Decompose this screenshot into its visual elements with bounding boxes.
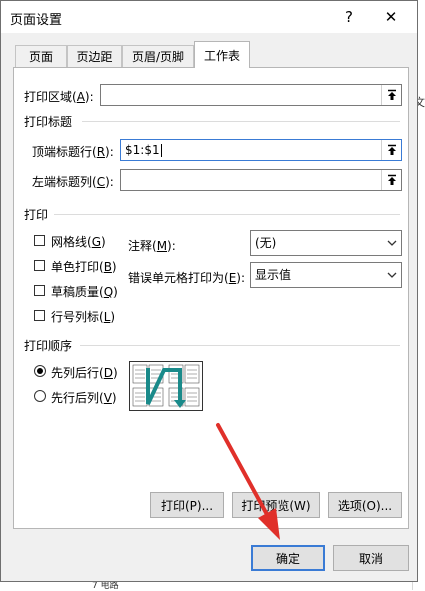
draft-quality-label: 草稿质量(Q): [51, 285, 118, 299]
over-then-down-radio[interactable]: [34, 390, 46, 402]
collapse-arrow-icon: [387, 89, 396, 100]
print-area-input[interactable]: [100, 84, 402, 106]
page-order-divider: [80, 345, 400, 346]
black-and-white-label: 单色打印(B): [51, 260, 117, 274]
rows-to-repeat-input[interactable]: $1:$1: [120, 139, 402, 161]
down-then-over-radio[interactable]: [34, 365, 46, 377]
collapse-arrow-icon: [387, 144, 396, 155]
rows-to-repeat-label: 顶端标题行(R):: [32, 145, 114, 159]
chevron-down-icon: [383, 263, 401, 287]
down-then-over-label: 先列后行(D): [51, 366, 118, 380]
cell-errors-label: 错误单元格打印为(E):: [128, 271, 246, 285]
collapse-arrow-icon: [387, 174, 396, 185]
page-setup-dialog: 页面设置 ? ✕ 页面 页边距 页眉/页脚 工作表 打印区域(A): 打印标题 …: [0, 0, 418, 582]
print-titles-section-label: 打印标题: [24, 115, 73, 129]
columns-to-repeat-label: 左端标题列(C):: [32, 175, 114, 189]
tab-header-footer[interactable]: 页眉/页脚: [122, 45, 194, 67]
close-button[interactable]: ✕: [377, 5, 405, 29]
row-col-headings-label: 行号列标(L): [51, 310, 116, 324]
columns-collapse-button[interactable]: [381, 170, 401, 190]
cell-errors-select[interactable]: 显示值: [250, 262, 402, 288]
help-button[interactable]: ?: [335, 5, 363, 29]
title-bar: 页面设置 ? ✕: [1, 1, 417, 33]
comments-select[interactable]: (无): [250, 230, 402, 256]
options-button[interactable]: 选项(O)...: [328, 492, 402, 518]
print-button[interactable]: 打印(P)...: [150, 492, 224, 518]
rows-collapse-button[interactable]: [381, 140, 401, 160]
gridlines-label: 网格线(G): [51, 235, 106, 249]
text-caret: [160, 144, 162, 157]
sheet-tab-panel: 打印区域(A): 打印标题 顶端标题行(R): $1:$1 左端标题列(C): …: [13, 67, 409, 529]
cancel-button[interactable]: 取消: [333, 545, 409, 571]
comments-label: 注释(M):: [128, 239, 176, 253]
print-preview-button[interactable]: 打印预览(W): [232, 492, 320, 518]
row-col-headings-checkbox[interactable]: [34, 310, 45, 321]
print-area-label: 打印区域(A):: [24, 90, 94, 104]
print-titles-divider: [82, 121, 400, 122]
print-section-label: 打印: [24, 208, 49, 222]
black-and-white-checkbox[interactable]: [34, 260, 45, 271]
chevron-down-icon: [383, 231, 401, 255]
ok-button[interactable]: 确定: [251, 545, 325, 571]
print-divider: [54, 214, 400, 215]
page-order-preview: [129, 361, 203, 411]
tab-margins[interactable]: 页边距: [67, 45, 122, 67]
tab-sheet[interactable]: 工作表: [194, 41, 250, 68]
draft-quality-checkbox[interactable]: [34, 285, 45, 296]
page-order-section-label: 打印顺序: [24, 339, 73, 353]
tab-page[interactable]: 页面: [15, 45, 67, 67]
dialog-title: 页面设置: [10, 13, 63, 28]
print-area-collapse-button[interactable]: [381, 85, 401, 105]
columns-to-repeat-input[interactable]: [120, 169, 402, 191]
gridlines-checkbox[interactable]: [34, 235, 45, 246]
over-then-down-label: 先行后列(V): [51, 391, 117, 405]
page-order-diagram-icon: [132, 364, 200, 408]
